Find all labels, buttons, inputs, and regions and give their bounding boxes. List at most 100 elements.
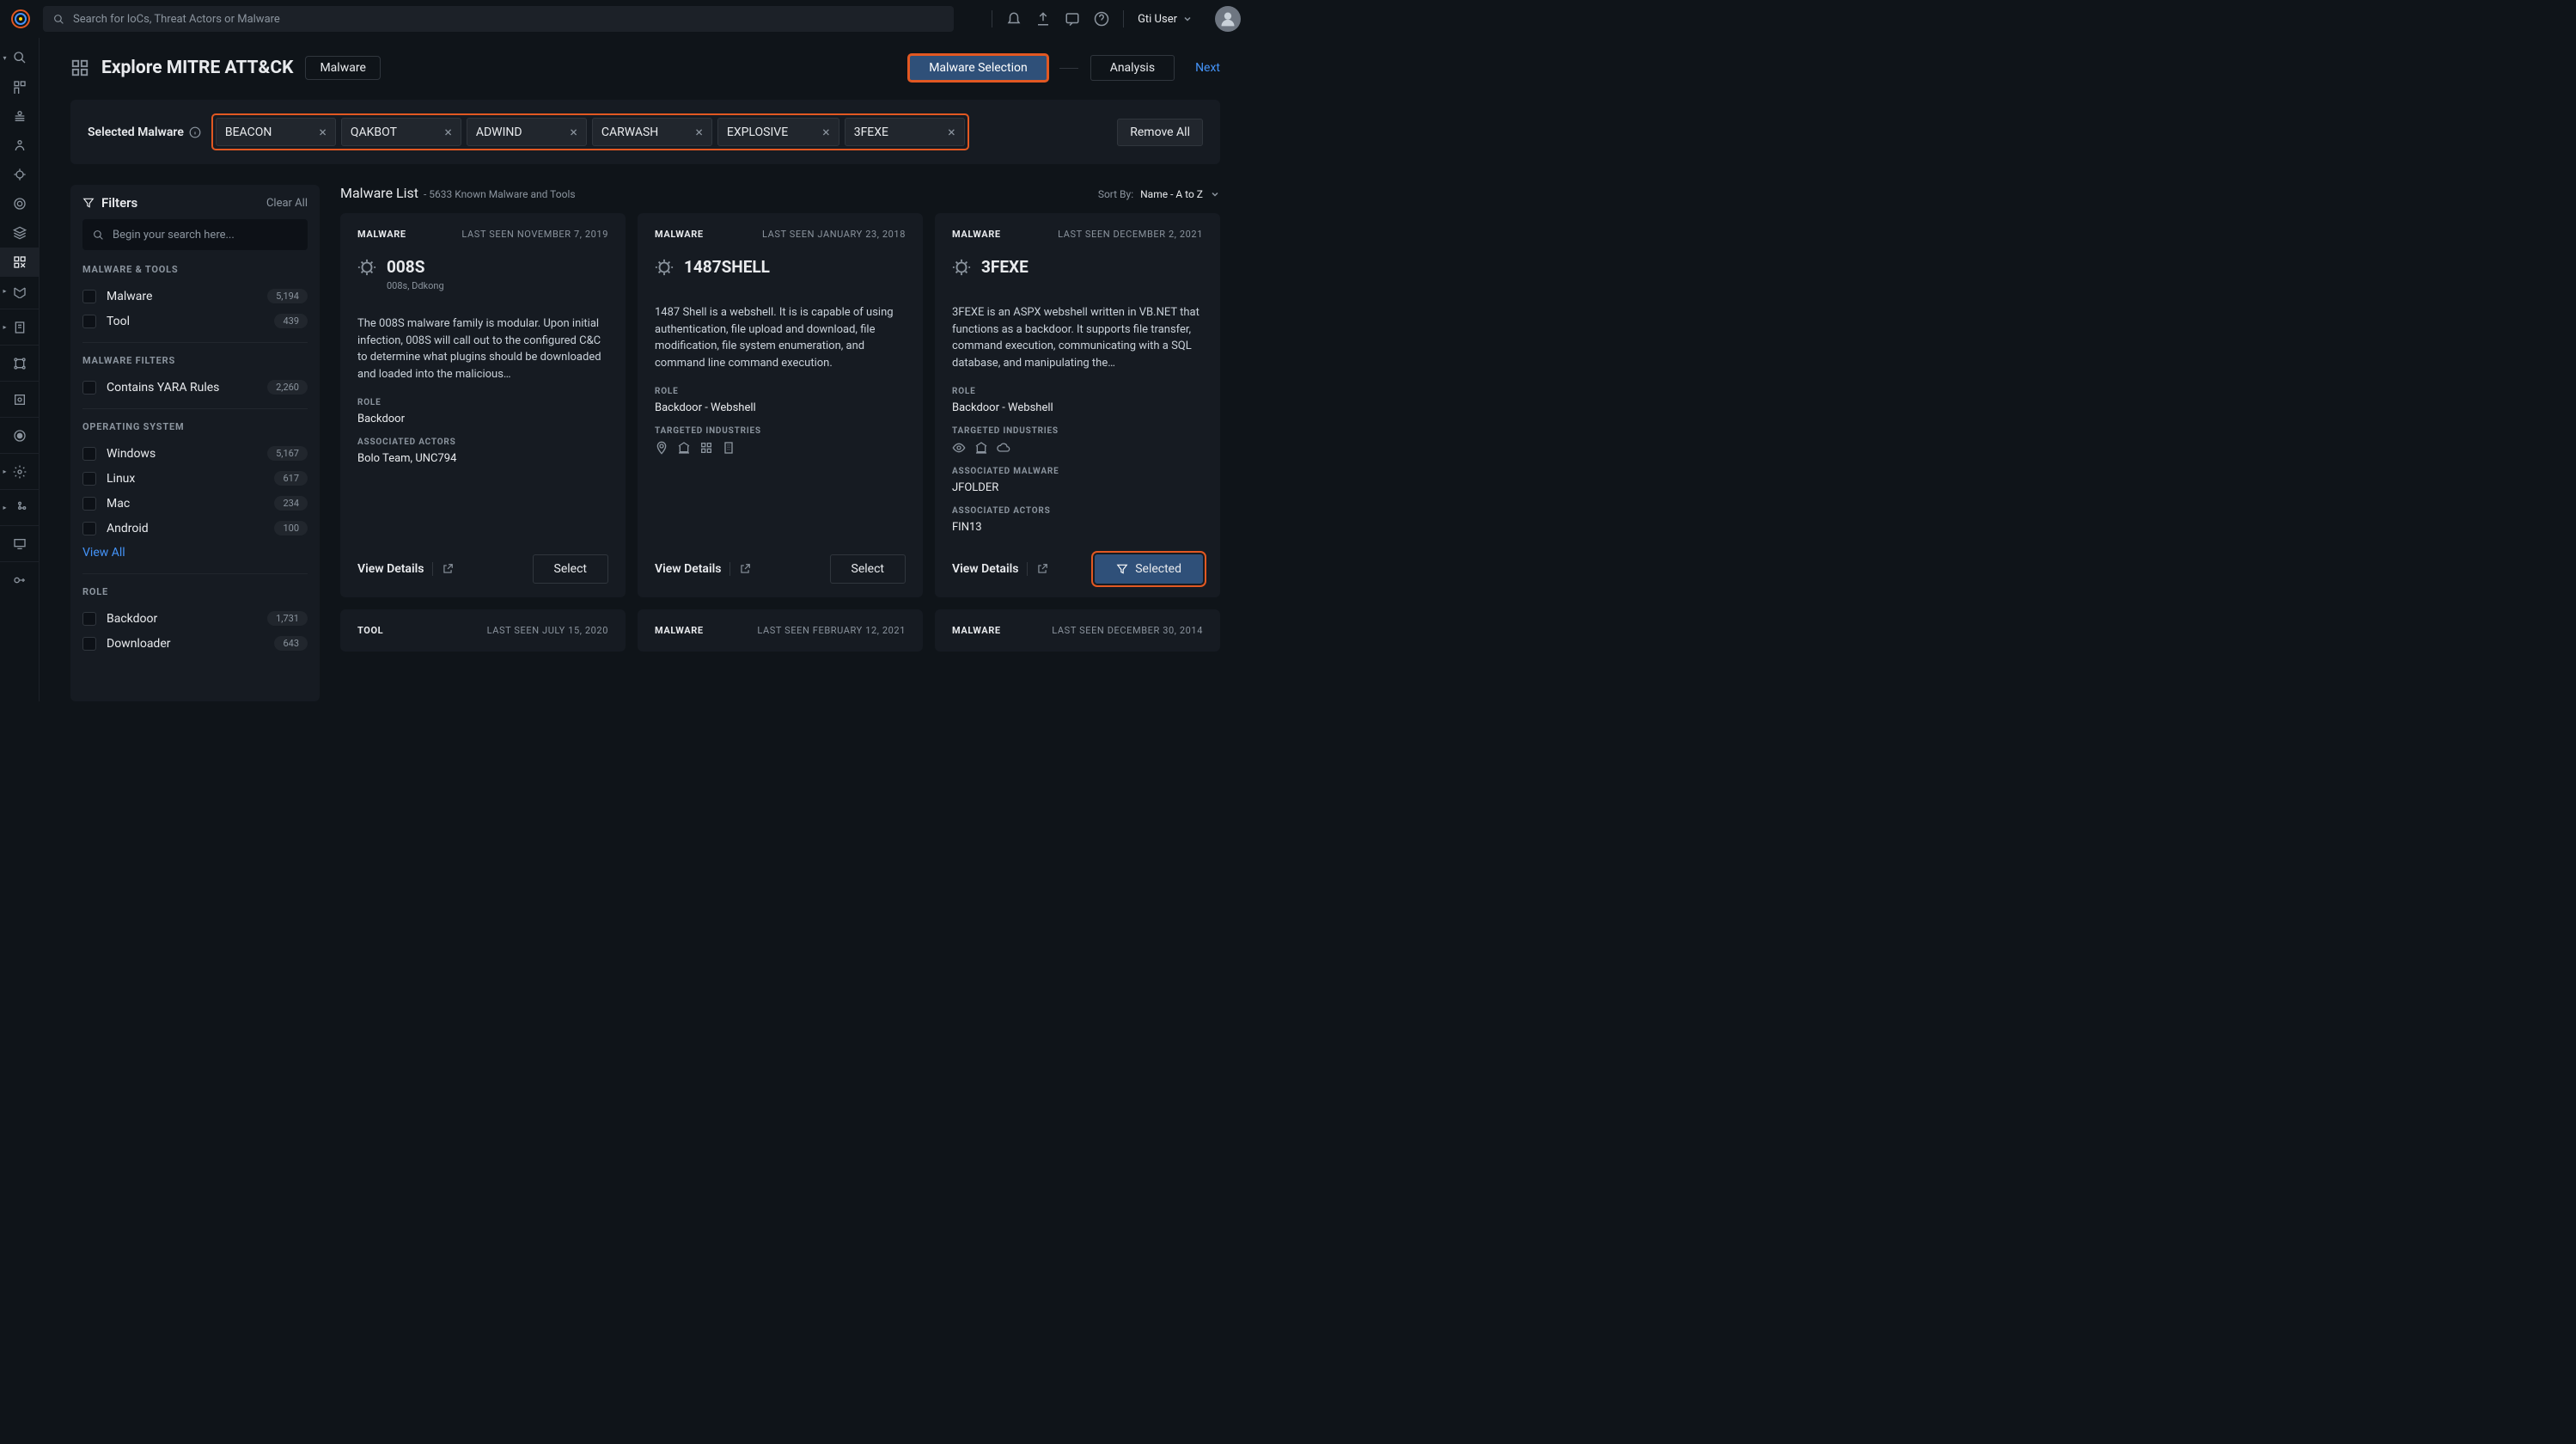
filter-checkbox[interactable] <box>82 290 96 303</box>
nav-doc[interactable]: ▸ <box>0 313 40 346</box>
chip-remove-icon[interactable]: × <box>948 124 955 140</box>
chat-icon[interactable] <box>1065 11 1080 27</box>
filter-search-input[interactable]: Begin your search here... <box>82 219 308 250</box>
external-link-icon[interactable] <box>1036 563 1048 575</box>
meta-label: ASSOCIATED MALWARE <box>952 467 1203 476</box>
nav-scan[interactable] <box>0 385 40 418</box>
chip-label: ADWIND <box>476 125 522 139</box>
nav-graph[interactable] <box>0 349 40 382</box>
chip-remove-icon[interactable]: × <box>570 124 577 140</box>
card-type: MALWARE <box>655 625 704 636</box>
filter-section-title: MALWARE & TOOLS <box>82 264 308 275</box>
bell-icon[interactable] <box>1006 11 1022 27</box>
nav-key[interactable] <box>0 566 40 595</box>
filter-row[interactable]: Malware 5,194 <box>82 284 308 309</box>
clear-all-button[interactable]: Clear All <box>266 197 308 210</box>
filter-checkbox[interactable] <box>82 381 96 395</box>
view-all-link[interactable]: View All <box>82 541 308 565</box>
avatar[interactable] <box>1215 6 1241 32</box>
nav-actors-2[interactable] <box>0 131 40 160</box>
nav-monitor[interactable] <box>0 529 40 562</box>
filter-row[interactable]: Tool439 <box>82 309 308 333</box>
chip-remove-icon[interactable]: × <box>695 124 703 140</box>
nav-record[interactable] <box>0 421 40 454</box>
filter-checkbox[interactable] <box>82 497 96 511</box>
external-link-icon[interactable] <box>442 563 454 575</box>
chip-remove-icon[interactable]: × <box>822 124 830 140</box>
filter-checkbox[interactable] <box>82 612 96 626</box>
view-details-link[interactable]: View Details <box>952 562 1018 576</box>
nav-radial[interactable]: ▸ <box>0 493 40 526</box>
description: 1487 Shell is a webshell. It is is capab… <box>655 304 906 371</box>
select-button[interactable]: Select <box>533 554 608 584</box>
info-icon[interactable] <box>189 126 201 138</box>
filter-row[interactable]: Windows5,167 <box>82 441 308 466</box>
search-placeholder: Search for IoCs, Threat Actors or Malwar… <box>73 13 280 26</box>
step-analysis[interactable]: Analysis <box>1090 55 1175 81</box>
bug-icon <box>357 258 376 277</box>
filter-checkbox[interactable] <box>82 637 96 651</box>
filter-row[interactable]: Downloader643 <box>82 631 308 656</box>
filter-row[interactable]: Linux617 <box>82 466 308 491</box>
meta-label: ASSOCIATED ACTORS <box>952 506 1203 516</box>
side-navigation: ▾ ▸ ▸ ▸ ▸ <box>0 38 40 701</box>
upload-icon[interactable] <box>1035 11 1051 27</box>
chip-label: BEACON <box>225 125 272 139</box>
filter-row[interactable]: Backdoor1,731 <box>82 606 308 631</box>
bug-icon <box>655 258 674 277</box>
nav-search[interactable]: ▾ <box>0 43 40 72</box>
remove-all-button[interactable]: Remove All <box>1117 119 1203 146</box>
selected-chip: CARWASH× <box>592 118 712 146</box>
filter-row[interactable]: Android100 <box>82 516 308 541</box>
divider <box>1123 10 1124 28</box>
select-button[interactable]: Select <box>830 554 906 584</box>
view-details-link[interactable]: View Details <box>357 562 424 576</box>
global-search-input[interactable]: Search for IoCs, Threat Actors or Malwar… <box>43 6 954 32</box>
selected-chip: ADWIND × <box>467 118 587 146</box>
chip-label: QAKBOT <box>351 125 397 139</box>
nav-gear[interactable]: ▸ <box>0 457 40 490</box>
filter-label: Malware <box>107 290 152 303</box>
user-menu[interactable]: Gti User <box>1138 13 1193 26</box>
chip-remove-icon[interactable]: × <box>444 124 452 140</box>
nav-mitre[interactable] <box>0 248 40 277</box>
filter-count: 5,194 <box>267 289 308 303</box>
sort-dropdown[interactable]: Sort By: Name - A to Z <box>1098 188 1220 200</box>
view-details-link[interactable]: View Details <box>655 562 721 576</box>
meta-label: TARGETED INDUSTRIES <box>952 426 1203 436</box>
filter-label: Contains YARA Rules <box>107 381 219 395</box>
selected-button[interactable]: Selected <box>1095 554 1203 584</box>
user-name: Gti User <box>1138 13 1177 26</box>
nav-actors[interactable] <box>0 101 40 131</box>
app-logo[interactable] <box>10 9 31 29</box>
nav-target[interactable] <box>0 189 40 218</box>
nav-dashboard[interactable] <box>0 72 40 101</box>
help-icon[interactable] <box>1094 11 1109 27</box>
malware-card: MALWARE LAST SEEN NOVEMBER 7, 2019 008S … <box>340 213 626 597</box>
external-link-icon[interactable] <box>739 563 751 575</box>
next-link[interactable]: Next <box>1195 61 1220 75</box>
filter-row[interactable]: Mac234 <box>82 491 308 516</box>
step-connector <box>1059 68 1078 69</box>
filter-checkbox[interactable] <box>82 472 96 486</box>
filter-checkbox[interactable] <box>82 522 96 535</box>
filter-section-title: MALWARE FILTERS <box>82 355 308 366</box>
filter-count: 100 <box>274 521 308 535</box>
assoc-malware-value: JFOLDER <box>952 481 1203 494</box>
filter-count: 2,260 <box>267 380 308 395</box>
filter-label: Downloader <box>107 637 171 651</box>
nav-settings-1[interactable]: ▸ <box>0 277 40 309</box>
nav-layers[interactable] <box>0 218 40 248</box>
nav-bug[interactable] <box>0 160 40 189</box>
mitre-icon <box>70 58 89 77</box>
malware-card-stub: MALWARELAST SEEN FEBRUARY 12, 2021 <box>638 609 923 652</box>
filter-row[interactable]: Contains YARA Rules 2,260 <box>82 375 308 400</box>
filter-label: Backdoor <box>107 612 157 626</box>
card-type: TOOL <box>357 625 383 636</box>
chip-remove-icon[interactable]: × <box>319 124 327 140</box>
step-malware-selection[interactable]: Malware Selection <box>909 55 1047 81</box>
malware-card-stub: TOOLLAST SEEN JULY 15, 2020 <box>340 609 626 652</box>
filter-checkbox[interactable] <box>82 315 96 328</box>
filter-checkbox[interactable] <box>82 447 96 461</box>
role-value: Backdoor <box>357 413 608 425</box>
